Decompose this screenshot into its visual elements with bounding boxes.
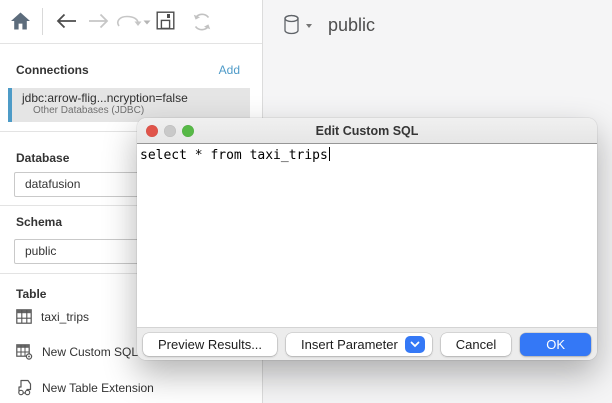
database-select-value: datafusion bbox=[25, 177, 80, 191]
toolbar-separator bbox=[42, 8, 43, 35]
app-window: Connections Add jdbc:arrow-flig...ncrypt… bbox=[0, 0, 612, 403]
cancel-label: Cancel bbox=[456, 337, 496, 352]
connection-title: jdbc:arrow-flig...ncryption=false bbox=[22, 91, 250, 105]
dialog-titlebar[interactable]: Edit Custom SQL bbox=[137, 118, 597, 144]
close-button[interactable] bbox=[146, 125, 158, 137]
forward-icon[interactable] bbox=[86, 12, 110, 29]
connection-item[interactable]: jdbc:arrow-flig...ncryption=false Other … bbox=[8, 88, 250, 122]
back-icon[interactable] bbox=[54, 12, 78, 29]
dialog-title: Edit Custom SQL bbox=[316, 124, 419, 138]
redo-icon[interactable] bbox=[114, 13, 144, 29]
schema-heading: Schema bbox=[16, 215, 62, 229]
sql-text: select * from taxi_trips bbox=[140, 148, 328, 163]
home-icon[interactable] bbox=[9, 10, 31, 31]
table-heading: Table bbox=[16, 287, 46, 301]
minimize-button[interactable] bbox=[164, 125, 176, 137]
toolbar bbox=[0, 0, 262, 44]
preview-results-button[interactable]: Preview Results... bbox=[143, 333, 277, 356]
table-grid-icon bbox=[16, 309, 32, 324]
database-menu-caret-icon[interactable] bbox=[306, 24, 312, 28]
new-table-extension-label: New Table Extension bbox=[42, 381, 154, 395]
insert-parameter-button[interactable]: Insert Parameter bbox=[286, 333, 432, 356]
text-caret bbox=[329, 147, 331, 161]
custom-sql-icon bbox=[16, 344, 33, 360]
new-custom-sql-label: New Custom SQL bbox=[42, 345, 138, 359]
insert-parameter-label: Insert Parameter bbox=[301, 337, 398, 352]
connection-subtitle: Other Databases (JDBC) bbox=[33, 105, 250, 116]
new-custom-sql[interactable]: New Custom SQL bbox=[16, 344, 138, 360]
datasource-header: public bbox=[283, 14, 375, 36]
dialog-footer: Preview Results... Insert Parameter Canc… bbox=[137, 327, 597, 360]
datasource-name[interactable]: public bbox=[328, 15, 375, 36]
redo-dropdown-caret-icon[interactable] bbox=[143, 19, 151, 25]
edit-custom-sql-dialog: Edit Custom SQL select * from taxi_trips… bbox=[137, 118, 597, 360]
traffic-lights bbox=[146, 125, 194, 137]
sql-editor[interactable]: select * from taxi_trips bbox=[137, 144, 597, 327]
insert-parameter-chevron-icon bbox=[405, 336, 425, 353]
table-item-taxi-trips[interactable]: taxi_trips bbox=[16, 309, 89, 324]
database-icon[interactable] bbox=[283, 14, 300, 36]
save-icon[interactable] bbox=[155, 10, 175, 30]
connections-heading: Connections bbox=[16, 63, 89, 77]
table-extension-icon bbox=[16, 379, 33, 396]
new-table-extension[interactable]: New Table Extension bbox=[16, 379, 154, 396]
add-connection-link[interactable]: Add bbox=[219, 63, 240, 77]
schema-select-value: public bbox=[25, 244, 56, 258]
cancel-button[interactable]: Cancel bbox=[441, 333, 511, 356]
ok-button[interactable]: OK bbox=[520, 333, 591, 356]
ok-label: OK bbox=[546, 337, 565, 352]
table-item-label: taxi_trips bbox=[41, 310, 89, 324]
zoom-button[interactable] bbox=[182, 125, 194, 137]
preview-results-label: Preview Results... bbox=[158, 337, 262, 352]
refresh-icon[interactable] bbox=[190, 10, 213, 33]
database-heading: Database bbox=[16, 151, 69, 165]
